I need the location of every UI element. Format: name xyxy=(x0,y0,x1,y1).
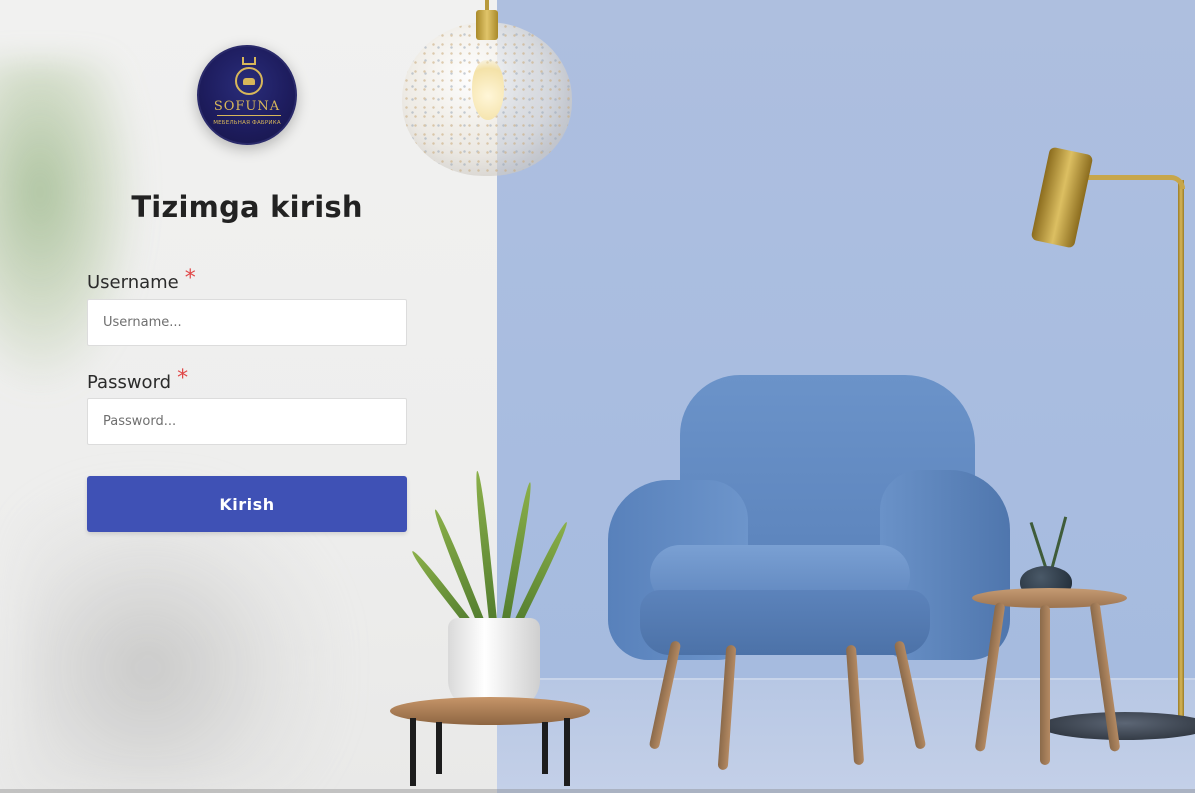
required-mark: * xyxy=(184,266,196,291)
round-table-leg xyxy=(564,718,570,786)
side-table-leg xyxy=(1040,605,1050,765)
floor-lamp-arm xyxy=(1085,175,1185,189)
sofa-icon xyxy=(235,67,263,95)
password-label: Password * xyxy=(87,366,189,394)
armchair-front xyxy=(640,590,930,655)
password-label-text: Password xyxy=(87,372,172,393)
required-mark: * xyxy=(177,366,189,391)
sofuna-logo: SOFUNA МЕБЕЛЬНАЯ ФАБРИКА xyxy=(197,45,297,145)
username-label: Username * xyxy=(87,266,196,294)
logo-brand-name: SOFUNA xyxy=(213,99,281,114)
password-input[interactable] xyxy=(87,398,407,445)
username-label-text: Username xyxy=(87,272,179,293)
login-submit-button[interactable]: Kirish xyxy=(87,476,407,532)
username-input[interactable] xyxy=(87,299,407,346)
crown-icon xyxy=(242,57,256,65)
logo-subtitle: МЕБЕЛЬНАЯ ФАБРИКА xyxy=(213,120,281,126)
round-table-leg xyxy=(542,722,548,774)
page-title: Tizimga kirish xyxy=(131,190,363,224)
logo-ornament xyxy=(217,115,281,119)
floor-lamp-pole xyxy=(1178,180,1184,720)
login-form: SOFUNA МЕБЕЛЬНАЯ ФАБРИКА Tizimga kirish … xyxy=(0,0,497,793)
